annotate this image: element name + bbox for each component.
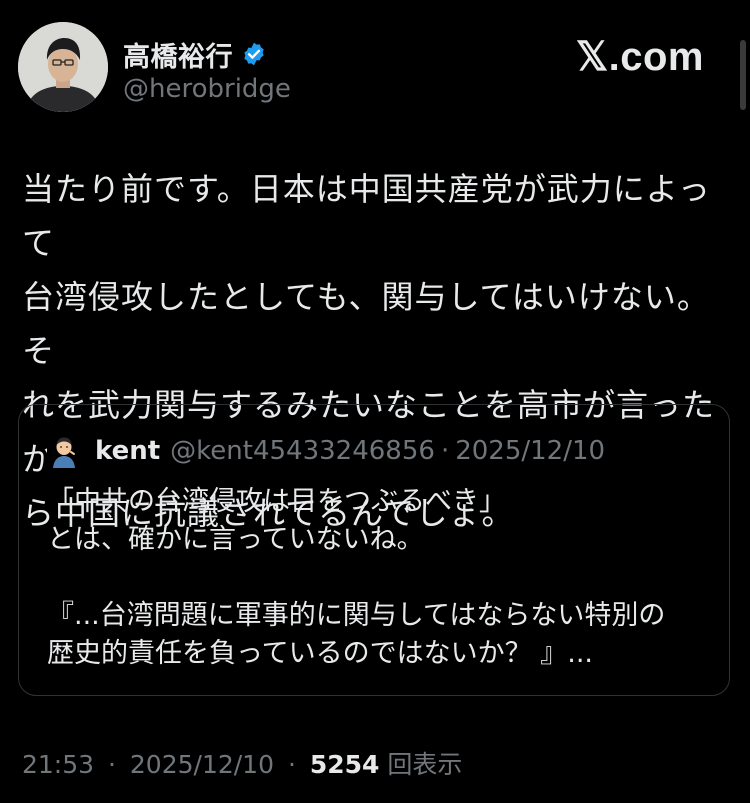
x-com-logo: 𝕏.com [575, 35, 704, 79]
quoted-tweet-header: kent @kent45433246856 · 2025/12/10 [47, 433, 605, 469]
author-handle[interactable]: @herobridge [123, 74, 291, 104]
author-avatar[interactable] [18, 22, 108, 112]
tweet-time[interactable]: 21:53 [22, 750, 94, 779]
tweet-date[interactable]: 2025/12/10 [130, 750, 274, 779]
tweet-meta: 21:53 · 2025/12/10 · 5254 回表示 [22, 745, 462, 781]
scrollbar[interactable] [740, 40, 746, 110]
person-photo-icon [18, 22, 108, 112]
author-name-row: 高橋裕行 [123, 34, 267, 74]
author-display-name[interactable]: 高橋裕行 [123, 35, 233, 74]
meta-separator: · [108, 750, 116, 779]
quoted-tweet-text: 「中共の台湾侵攻は目をつぶるべき」 とは、確かに言っていないね。 『...台湾問… [47, 486, 666, 669]
cartoon-person-icon [47, 434, 81, 468]
views-label: 回表示 [387, 750, 463, 779]
quoted-tweet-date[interactable]: 2025/12/10 [455, 436, 605, 466]
quoted-separator: · [440, 436, 450, 466]
meta-separator-2: · [287, 750, 296, 779]
quoted-author-handle[interactable]: @kent45433246856 [170, 436, 435, 466]
tweet-header: 高橋裕行 @herobridge 𝕏.com [18, 22, 732, 118]
quoted-tweet-card[interactable]: kent @kent45433246856 · 2025/12/10 「中共の台… [18, 404, 730, 696]
quoted-author-name[interactable]: kent [95, 436, 160, 466]
verified-badge-icon [244, 42, 264, 66]
views-count: 5254 [309, 750, 380, 779]
